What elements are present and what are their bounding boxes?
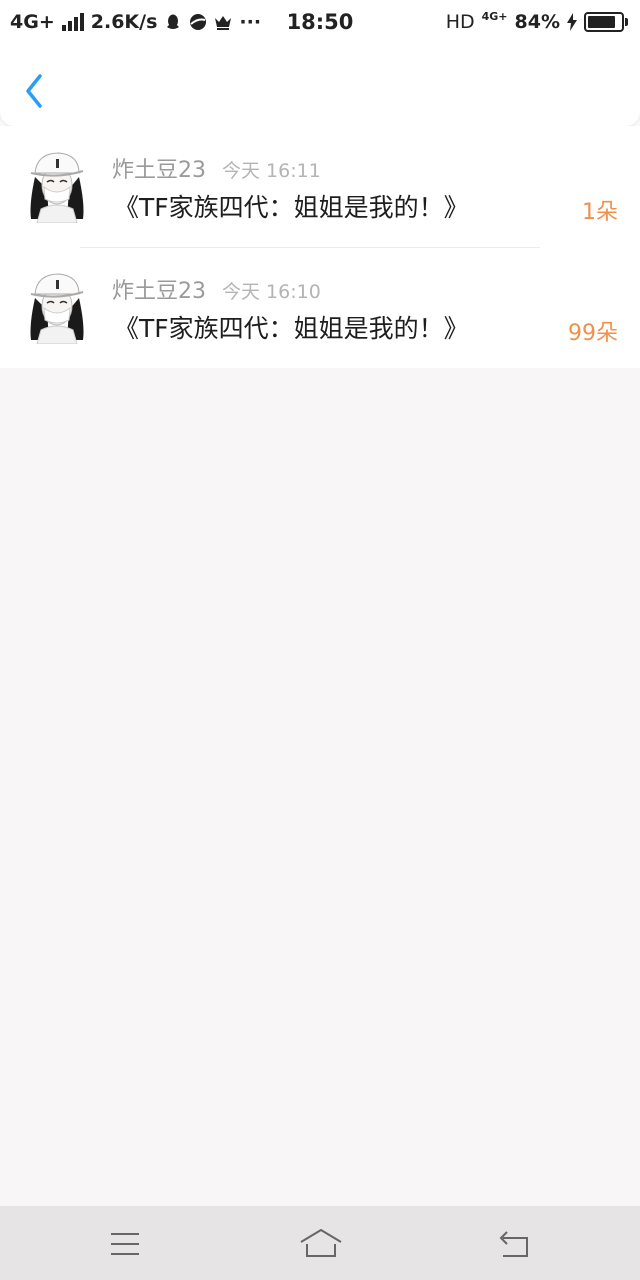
battery-icon [584,12,628,32]
home-icon[interactable] [299,1226,343,1262]
battery-percent: 84% [514,11,560,33]
qq-icon [167,14,180,29]
timestamp: 今天 16:11 [222,160,321,182]
charging-icon [567,13,577,31]
meta-line: 炸土豆23 今天 16:11 [112,152,321,184]
list-item[interactable]: 炸土豆23 今天 16:11 《TF家族四代：姐姐是我的！》 1朵 [0,126,640,247]
item-title: 《TF家族四代：姐姐是我的！》 [114,193,469,222]
flower-count: 1朵 [582,200,618,225]
timestamp: 今天 16:10 [222,281,321,303]
status-left: 4G+ 2.6K/s ··· [10,11,261,33]
meta-line: 炸土豆23 今天 16:10 [112,273,321,305]
network-speed: 2.6K/s [90,11,158,33]
username: 炸土豆23 [112,158,206,183]
more-notifications: ··· [239,11,262,33]
item-title: 《TF家族四代：姐姐是我的！》 [114,314,469,343]
avatar [27,270,87,344]
flower-count: 99朵 [568,321,618,346]
list-item[interactable]: 炸土豆23 今天 16:10 《TF家族四代：姐姐是我的！》 99朵 [0,247,640,368]
header [0,44,640,126]
signal-icon [61,13,84,31]
network-type: 4G+ [10,11,55,33]
crown-icon [215,16,232,30]
browser-icon [190,14,207,30]
chevron-left-icon[interactable] [22,72,48,110]
avatar-image [30,152,84,223]
network-type-2: 4G+ [481,9,508,23]
avatar [27,149,87,223]
system-nav-bar [0,1206,640,1280]
status-bar: 4G+ 2.6K/s ··· 18:50 HD 4G+ 84% [0,0,640,44]
username: 炸土豆23 [112,279,206,304]
avatar-image [30,273,84,344]
record-list: 炸土豆23 今天 16:11 《TF家族四代：姐姐是我的！》 1朵 炸土豆23 … [0,126,640,368]
hd-indicator: HD [445,11,475,33]
return-icon[interactable] [495,1226,535,1262]
status-right: HD 4G+ 84% [445,9,628,33]
menu-icon[interactable] [105,1226,145,1262]
